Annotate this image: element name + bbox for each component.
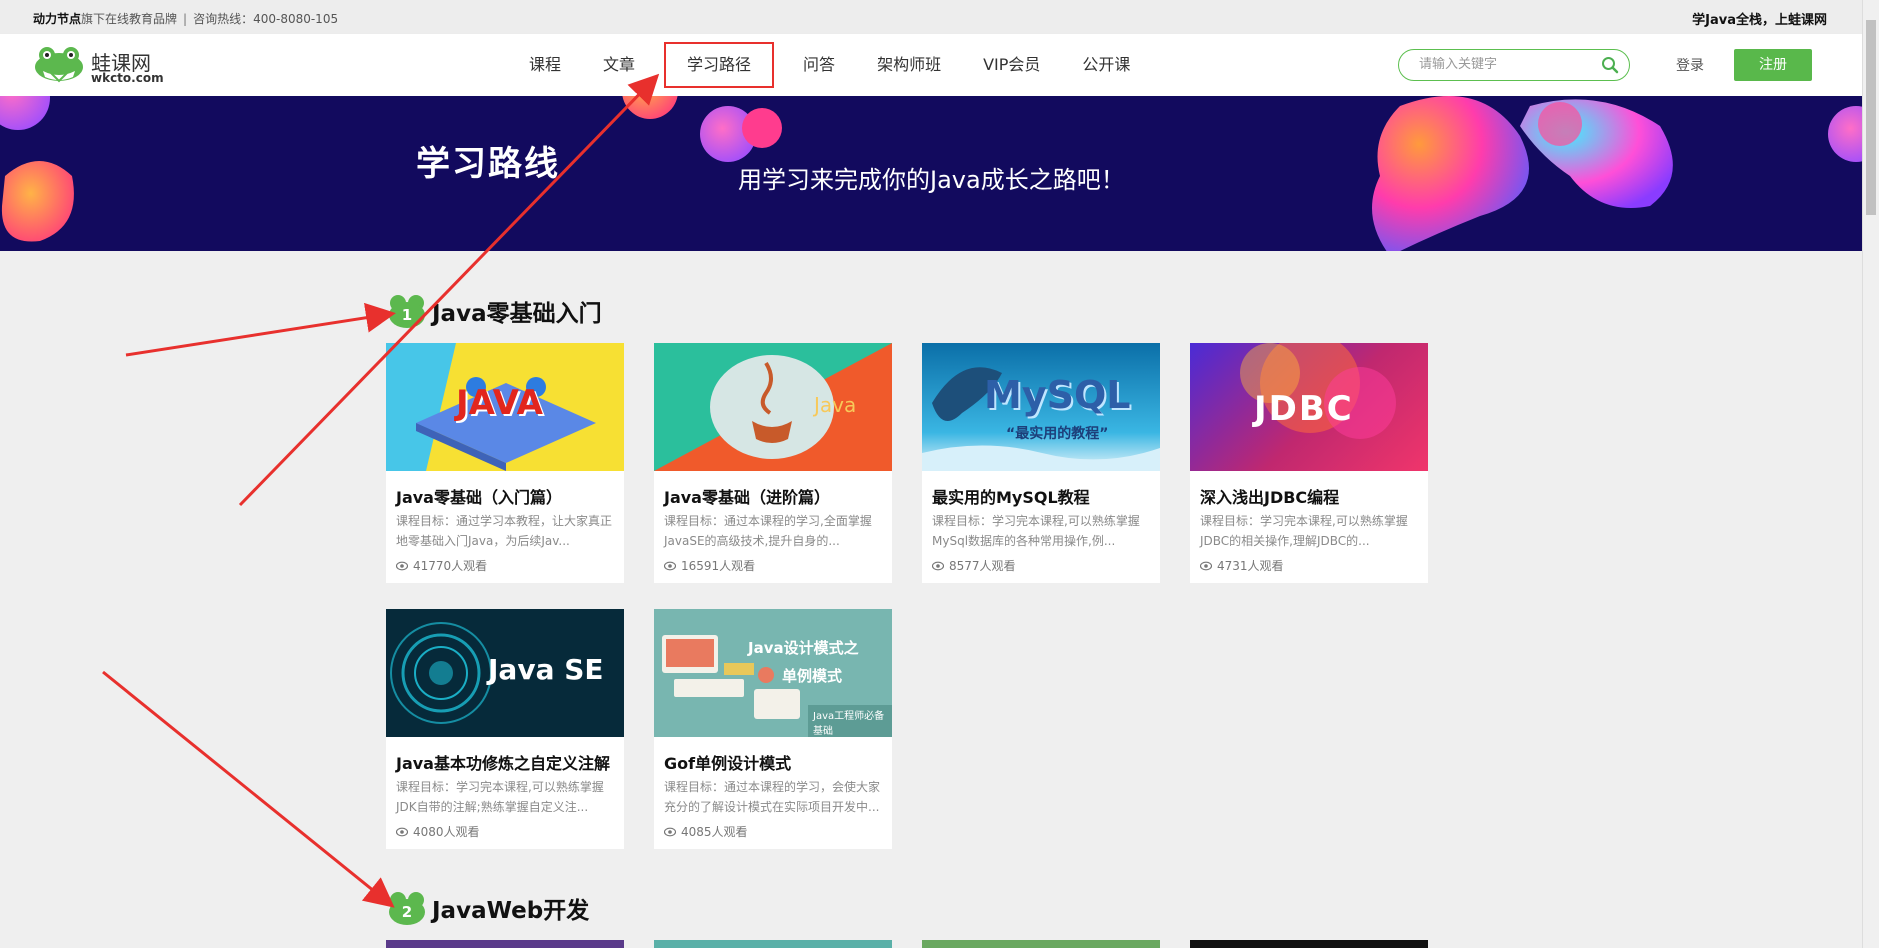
- site-logo[interactable]: 蛙课网 wkcto.com: [33, 45, 173, 85]
- section-title: Java零基础入门: [432, 301, 602, 327]
- section-number: 1: [401, 306, 413, 324]
- section-title: JavaWeb开发: [432, 898, 590, 924]
- hero-banner: 学习路线 用学习来完成你的Java成长之路吧！: [0, 96, 1862, 251]
- thumbnail-label-line2: 单例模式: [782, 667, 843, 685]
- course-thumbnail: Java SE: [386, 609, 624, 737]
- course-card[interactable]: Java SE Java基本功修炼之自定义注解 课程目标：学习完本课程,可以熟练…: [386, 609, 624, 849]
- page-scrollbar[interactable]: [1862, 0, 1879, 948]
- view-count: 4731人观看: [1217, 559, 1284, 573]
- login-link[interactable]: 登录: [1676, 55, 1704, 75]
- course-title: Java零基础（入门篇）: [396, 488, 562, 507]
- course-card-peek[interactable]: [386, 940, 624, 948]
- eye-icon: [1200, 561, 1212, 570]
- scrollbar-thumb[interactable]: [1866, 20, 1876, 215]
- banner-title: 学习路线: [416, 144, 560, 184]
- eye-icon: [664, 561, 676, 570]
- brand-suffix: 旗下在线教育品牌: [81, 12, 178, 26]
- section-header-2: 2 JavaWeb开发: [388, 890, 589, 926]
- nav-courses[interactable]: 课程: [508, 34, 582, 96]
- search-input[interactable]: [1419, 57, 1599, 72]
- section-number: 2: [401, 903, 413, 921]
- course-card-peek[interactable]: [654, 940, 892, 948]
- course-title: Java基本功修炼之自定义注解: [396, 754, 610, 773]
- nav-architect-class[interactable]: 架构师班: [856, 34, 962, 96]
- course-card-peek[interactable]: [922, 940, 1160, 948]
- view-count-row: 8577人观看: [932, 557, 1016, 574]
- thumbnail-label: JDBC: [1254, 389, 1354, 429]
- view-count: 4085人观看: [681, 825, 748, 839]
- course-card[interactable]: JDBC 深入浅出JDBC编程 课程目标：学习完本课程,可以熟练掌握JDBC的相…: [1190, 343, 1428, 583]
- view-count: 41770人观看: [413, 559, 488, 573]
- thumbnail-label: Java SE: [488, 653, 604, 686]
- hotline: 咨询热线：400-8080-105: [193, 12, 339, 26]
- view-count: 8577人观看: [949, 559, 1016, 573]
- course-title: Gof单例设计模式: [664, 754, 792, 773]
- section-number-badge: 2: [388, 890, 426, 926]
- course-card-peek[interactable]: [1190, 940, 1428, 948]
- view-count-row: 16591人观看: [664, 557, 755, 574]
- view-count-row: 4085人观看: [664, 823, 748, 840]
- site-header: 蛙课网 wkcto.com 课程 文章 学习路径 问答 架构师班 VIP会员 公…: [0, 34, 1862, 96]
- course-thumbnail: Java: [654, 343, 892, 471]
- search-box: [1398, 49, 1630, 81]
- course-thumbnail: JAVA: [386, 343, 624, 471]
- course-description: 课程目标：学习完本课程,可以熟练掌握JDBC的相关操作,理解JDBC的...: [1200, 514, 1408, 548]
- nav-vip[interactable]: VIP会员: [962, 34, 1061, 96]
- thumbnail-label: Java: [814, 393, 857, 417]
- course-thumbnail: Java设计模式之 单例模式 Java工程师必备基础: [654, 609, 892, 737]
- slogan: 学Java全栈，上蛙课网: [1692, 13, 1827, 28]
- section-header-1: 1 Java零基础入门: [388, 293, 602, 329]
- frog-logo-icon: [35, 47, 83, 83]
- banner-subtitle: 用学习来完成你的Java成长之路吧！: [738, 166, 1125, 194]
- view-count: 16591人观看: [681, 559, 756, 573]
- thumbnail-label: MySQL: [984, 373, 1131, 417]
- course-thumbnail: MySQL “最实用的教程”: [922, 343, 1160, 471]
- eye-icon: [396, 561, 408, 570]
- view-count-row: 4080人观看: [396, 823, 480, 840]
- course-title: 深入浅出JDBC编程: [1200, 488, 1340, 507]
- top-strip: 动力节点旗下在线教育品牌 | 咨询热线：400-8080-105 学Java全栈，上…: [0, 0, 1862, 34]
- view-count-row: 41770人观看: [396, 557, 487, 574]
- course-description: 课程目标：学习完本课程,可以熟练掌握MySql数据库的各种常用操作,例...: [932, 514, 1140, 548]
- view-count: 4080人观看: [413, 825, 480, 839]
- course-card[interactable]: JAVA Java零基础（入门篇） 课程目标：通过学习本教程，让大家真正地零基础…: [386, 343, 624, 583]
- course-title: Java零基础（进阶篇）: [664, 488, 830, 507]
- nav-qa[interactable]: 问答: [782, 34, 856, 96]
- eye-icon: [932, 561, 944, 570]
- nav-learning-path[interactable]: 学习路径: [656, 34, 782, 96]
- register-button[interactable]: 注册: [1734, 49, 1812, 81]
- main-nav: 课程 文章 学习路径 问答 架构师班 VIP会员 公开课: [508, 34, 1151, 96]
- thumbnail-label: JAVA: [456, 383, 543, 423]
- course-title: 最实用的MySQL教程: [932, 488, 1090, 507]
- brand-name: 动力节点: [33, 12, 82, 26]
- view-count-row: 4731人观看: [1200, 557, 1284, 574]
- separator: |: [183, 12, 188, 26]
- course-thumbnail: JDBC: [1190, 343, 1428, 471]
- course-card[interactable]: MySQL “最实用的教程” 最实用的MySQL教程 课程目标：学习完本课程,可…: [922, 343, 1160, 583]
- course-description: 课程目标：学习完本课程,可以熟练掌握JDK自带的注解;熟练掌握自定义注...: [396, 780, 604, 814]
- nav-articles[interactable]: 文章: [582, 34, 656, 96]
- thumbnail-badge: Java工程师必备基础: [808, 705, 892, 737]
- course-description: 课程目标：通过本课程的学习，会使大家充分的了解设计模式在实际项目开发中...: [664, 780, 881, 814]
- course-description: 课程目标：通过学习本教程，让大家真正地零基础入门Java，为后续Jav...: [396, 514, 613, 548]
- eye-icon: [396, 827, 408, 836]
- nav-open-class[interactable]: 公开课: [1061, 34, 1151, 96]
- section-number-badge: 1: [388, 293, 426, 329]
- thumbnail-sublabel: “最实用的教程”: [1006, 426, 1109, 442]
- course-description: 课程目标：通过本课程的学习,全面掌握JavaSE的高级技术,提升自身的...: [664, 514, 872, 548]
- thumbnail-label: Java设计模式之: [748, 639, 859, 657]
- course-card[interactable]: Java Java零基础（进阶篇） 课程目标：通过本课程的学习,全面掌握Java…: [654, 343, 892, 583]
- course-card[interactable]: Java设计模式之 单例模式 Java工程师必备基础 Gof单例设计模式 课程目…: [654, 609, 892, 849]
- brand-line: 动力节点旗下在线教育品牌 | 咨询热线：400-8080-105: [33, 10, 338, 27]
- eye-icon: [664, 827, 676, 836]
- search-icon[interactable]: [1601, 56, 1619, 78]
- logo-domain: wkcto.com: [91, 71, 164, 85]
